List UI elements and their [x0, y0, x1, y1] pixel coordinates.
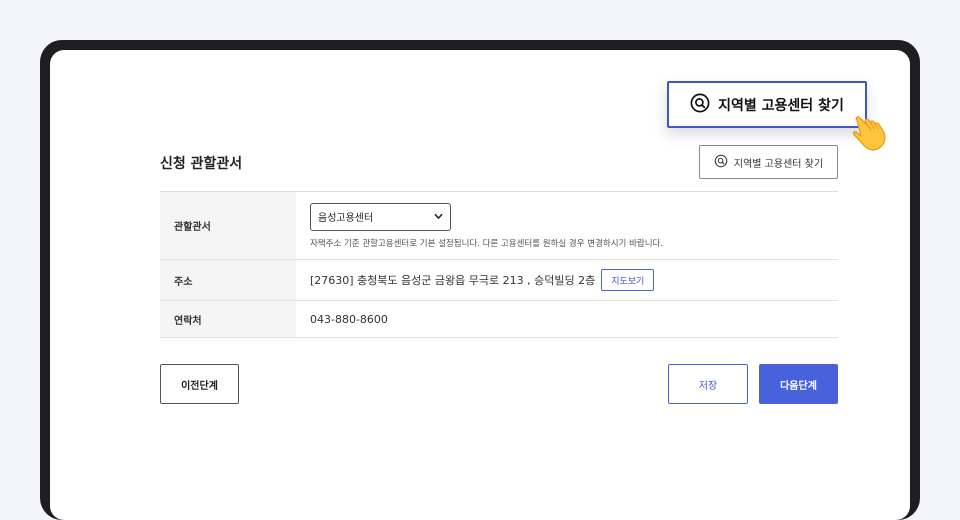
pointing-hand-icon	[848, 112, 892, 156]
find-center-callout[interactable]: 지역별 고용센터 찾기	[667, 81, 867, 128]
table-row: 연락처 043-880-8600	[160, 301, 838, 338]
find-center-label: 지역별 고용센터 찾기	[733, 158, 824, 170]
chevron-down-icon	[434, 212, 443, 221]
office-form-table: 관할관서 음성고용센터 자택주소 기준 관할고용센터로 기본 설정됩니다. 다른…	[160, 191, 838, 338]
table-row: 관할관서 음성고용센터 자택주소 기준 관할고용센터로 기본 설정됩니다. 다른…	[160, 192, 838, 260]
office-select[interactable]: 음성고용센터	[310, 202, 451, 231]
office-help-text: 자택주소 기준 관할고용센터로 기본 설정됩니다. 다른 고용센터를 원하실 경…	[310, 238, 664, 249]
next-step-button[interactable]: 다음단계	[759, 364, 838, 404]
section-title: 신청 관할관서	[160, 156, 243, 172]
address-label: 주소	[160, 260, 296, 300]
prev-step-button[interactable]: 이전단계	[160, 364, 239, 404]
device-screen: 신청 관할관서 지역별 고용센터 찾기 지역별 고용센터 찾기 관할관서 음성고…	[50, 50, 910, 520]
table-row: 주소 [27630] 충청북도 음성군 금왕읍 무극로 213 , 승덕빌딩 2…	[160, 260, 838, 301]
callout-label: 지역별 고용센터 찾기	[718, 97, 844, 114]
address-value: [27630] 충청북도 음성군 금왕읍 무극로 213 , 승덕빌딩 2층	[310, 274, 596, 287]
find-center-button[interactable]: 지역별 고용센터 찾기	[699, 145, 838, 179]
search-icon	[690, 93, 710, 117]
office-select-value: 음성고용센터	[318, 213, 374, 224]
device-frame: 신청 관할관서 지역별 고용센터 찾기 지역별 고용센터 찾기 관할관서 음성고…	[40, 40, 920, 520]
search-icon	[714, 154, 728, 171]
office-label: 관할관서	[160, 192, 296, 259]
contact-value: 043-880-8600	[310, 312, 388, 326]
contact-label: 연락처	[160, 301, 296, 337]
save-button[interactable]: 저장	[668, 364, 748, 404]
view-map-button[interactable]: 지도보기	[601, 269, 655, 291]
